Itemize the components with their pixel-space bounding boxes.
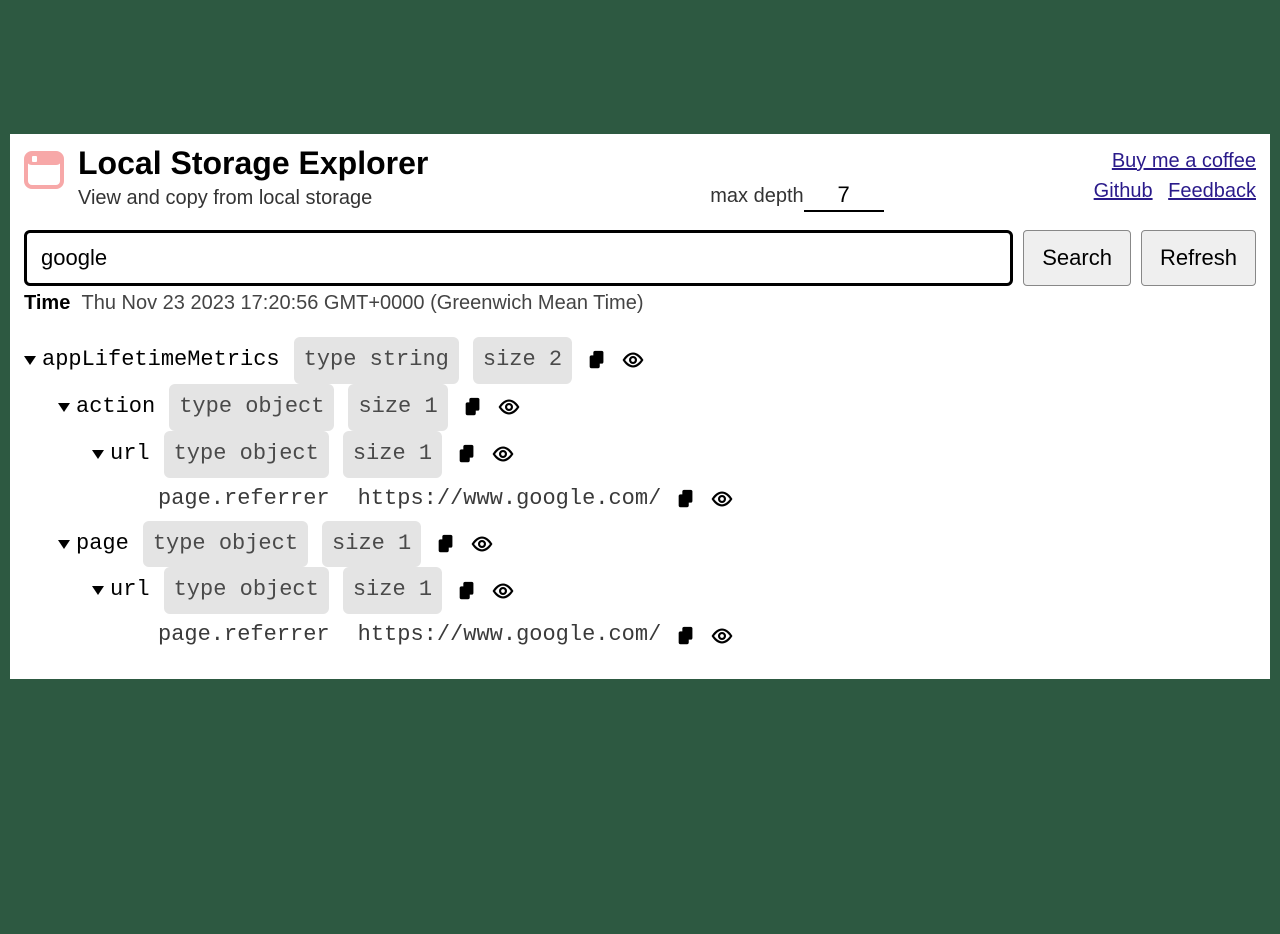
tree-leaf: page.referrer https://www.google.com/ xyxy=(24,478,1256,521)
node-key: appLifetimeMetrics xyxy=(42,339,280,382)
max-depth-control: max depth xyxy=(710,182,883,212)
app-panel: Local Storage Explorer View and copy fro… xyxy=(10,134,1270,679)
leaf-key: page.referrer xyxy=(158,478,330,521)
copy-icon[interactable] xyxy=(586,349,608,371)
type-badge: type object xyxy=(164,567,329,614)
eye-icon[interactable] xyxy=(492,443,514,465)
header: Local Storage Explorer View and copy fro… xyxy=(24,146,1256,212)
eye-icon[interactable] xyxy=(492,580,514,602)
refresh-button[interactable]: Refresh xyxy=(1141,230,1256,286)
tree-leaf: page.referrer https://www.google.com/ xyxy=(24,614,1256,657)
node-key: page xyxy=(76,523,129,566)
storage-tree: appLifetimeMetrics type string size 2 ac… xyxy=(24,337,1256,657)
app-title: Local Storage Explorer xyxy=(78,146,428,181)
tree-node-page: page type object size 1 xyxy=(24,521,1256,568)
copy-icon[interactable] xyxy=(456,443,478,465)
node-key: url xyxy=(110,433,150,476)
search-input[interactable] xyxy=(24,230,1013,286)
tree-node-action: action type object size 1 xyxy=(24,384,1256,431)
eye-icon[interactable] xyxy=(711,488,733,510)
search-button[interactable]: Search xyxy=(1023,230,1131,286)
time-row: Time Thu Nov 23 2023 17:20:56 GMT+0000 (… xyxy=(24,292,1256,315)
eye-icon[interactable] xyxy=(471,533,493,555)
type-badge: type object xyxy=(143,521,308,568)
tree-node-page-url: url type object size 1 xyxy=(24,567,1256,614)
copy-icon[interactable] xyxy=(456,580,478,602)
copy-icon[interactable] xyxy=(675,625,697,647)
leaf-value: https://www.google.com/ xyxy=(358,614,662,657)
copy-icon[interactable] xyxy=(675,488,697,510)
caret-icon[interactable] xyxy=(92,586,104,595)
tree-node-root: appLifetimeMetrics type string size 2 xyxy=(24,337,1256,384)
feedback-link[interactable]: Feedback xyxy=(1168,180,1256,202)
buy-coffee-link[interactable]: Buy me a coffee xyxy=(1112,150,1256,172)
size-badge: size 1 xyxy=(348,384,447,431)
app-logo-icon xyxy=(24,150,64,190)
eye-icon[interactable] xyxy=(498,396,520,418)
tree-node-action-url: url type object size 1 xyxy=(24,431,1256,478)
max-depth-label: max depth xyxy=(710,185,803,208)
eye-icon[interactable] xyxy=(711,625,733,647)
size-badge: size 1 xyxy=(343,567,442,614)
size-badge: size 2 xyxy=(473,337,572,384)
type-badge: type object xyxy=(164,431,329,478)
size-badge: size 1 xyxy=(343,431,442,478)
leaf-key: page.referrer xyxy=(158,614,330,657)
node-key: url xyxy=(110,569,150,612)
eye-icon[interactable] xyxy=(622,349,644,371)
caret-icon[interactable] xyxy=(24,356,36,365)
size-badge: size 1 xyxy=(322,521,421,568)
app-subtitle: View and copy from local storage xyxy=(78,187,428,210)
header-links: Buy me a coffee Github Feedback xyxy=(1084,146,1256,206)
type-badge: type string xyxy=(294,337,459,384)
caret-icon[interactable] xyxy=(58,540,70,549)
copy-icon[interactable] xyxy=(462,396,484,418)
copy-icon[interactable] xyxy=(435,533,457,555)
github-link[interactable]: Github xyxy=(1094,180,1153,202)
search-row: Search Refresh xyxy=(24,230,1256,286)
caret-icon[interactable] xyxy=(92,450,104,459)
node-key: action xyxy=(76,386,155,429)
time-label: Time xyxy=(24,292,70,314)
leaf-value: https://www.google.com/ xyxy=(358,478,662,521)
max-depth-input[interactable] xyxy=(804,182,884,212)
time-value: Thu Nov 23 2023 17:20:56 GMT+0000 (Green… xyxy=(82,292,644,314)
caret-icon[interactable] xyxy=(58,403,70,412)
type-badge: type object xyxy=(169,384,334,431)
